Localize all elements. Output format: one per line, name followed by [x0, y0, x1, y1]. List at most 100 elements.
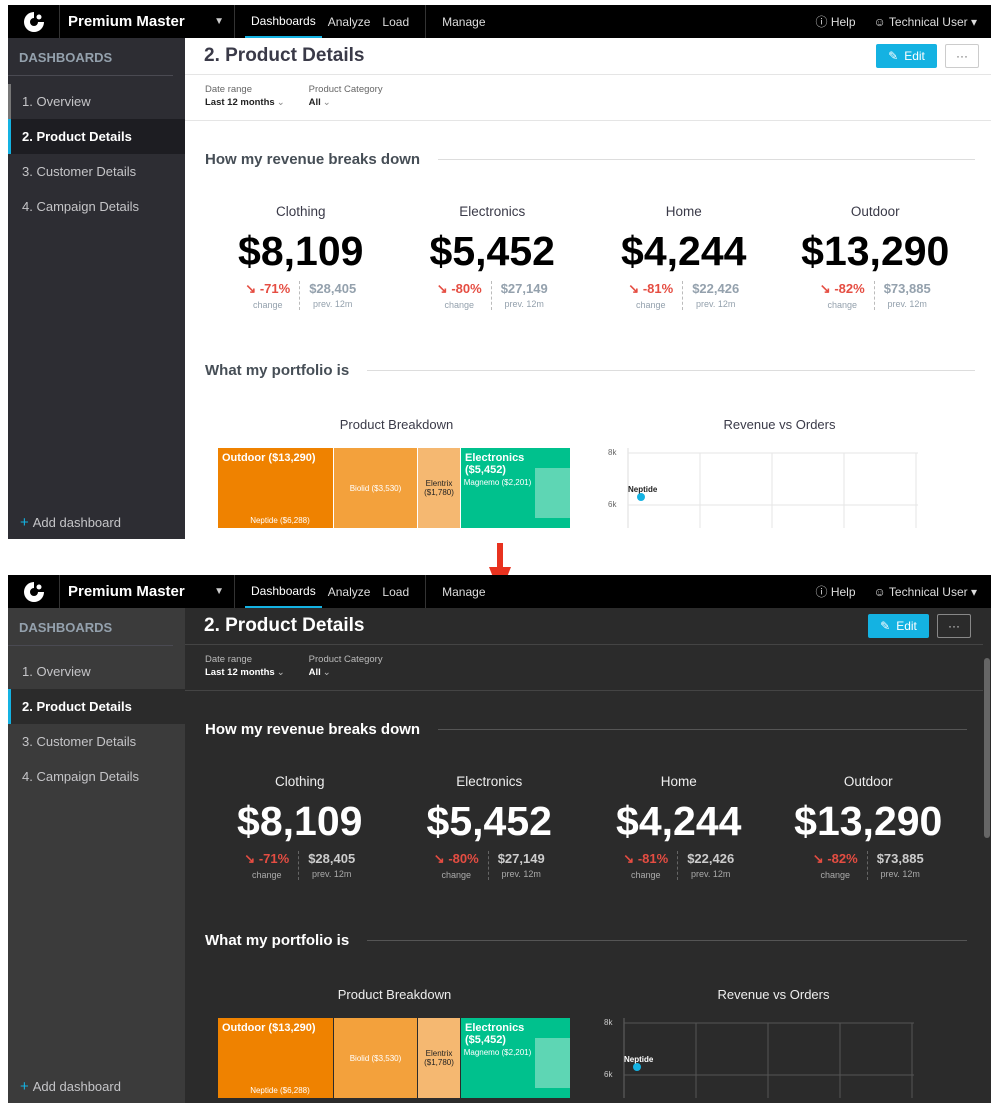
pencil-icon: ✎ — [888, 49, 899, 63]
kpi-card[interactable]: Home $4,244 ↘ -81% change $22,426 prev. 12… — [584, 774, 774, 880]
kpi-card[interactable]: Outdoor $13,290 ↘ -82% change $73,885 prev… — [774, 774, 964, 880]
sidebar-item-customer-details[interactable]: 3. Customer Details — [8, 724, 185, 759]
filter-label: Product Category — [308, 654, 383, 665]
filter-value: Last 12 months — [205, 667, 275, 678]
date-range-filter[interactable]: Date range Last 12 months ⌄ — [205, 84, 285, 111]
kpi-change-label: change — [820, 870, 850, 880]
kpi-change-label: change — [630, 870, 661, 880]
sidebar-item-overview[interactable]: 1. Overview — [8, 84, 185, 119]
chart-title: Product Breakdown — [337, 987, 452, 1002]
sidebar-item-overview[interactable]: 1. Overview — [8, 654, 185, 689]
kpi-card[interactable]: Electronics $5,452 ↘ -80% change $27,149 p… — [397, 204, 589, 310]
kpi-prev-value: $28,405 — [308, 851, 356, 866]
kpi-name: Electronics — [459, 204, 526, 219]
arrow-down-icon: ↘ — [436, 281, 448, 296]
kpi-change: -71% — [259, 281, 291, 296]
logo[interactable] — [8, 5, 60, 38]
kpi-change: -71% — [258, 851, 290, 866]
treemap-tile-electronics-other[interactable] — [535, 1038, 570, 1088]
date-range-filter[interactable]: Date range Last 12 months ⌄ — [205, 654, 285, 681]
dark-theme-screenshot: Premium Master ▼ Dashboards Analyze Load… — [8, 575, 991, 1103]
nav-analyze[interactable]: Analyze — [322, 575, 377, 608]
treemap-tile-biolid[interactable]: Biolid ($3,530) — [334, 448, 417, 528]
treemap-tile-elentrix[interactable]: Elentrix ($1,780) — [418, 448, 460, 528]
kpi-card[interactable]: Clothing $8,109 ↘ -71% change $28,405 prev… — [205, 774, 395, 880]
kpi-card[interactable]: Outdoor $13,290 ↘ -82% change $73,885 prev… — [780, 204, 972, 310]
nav-load[interactable]: Load — [376, 575, 415, 608]
scatter-point[interactable] — [637, 493, 645, 501]
kpi-name: Home — [660, 774, 697, 789]
scrollbar-thumb[interactable] — [984, 658, 990, 838]
product-breakdown-widget[interactable]: Product Breakdown Outdoor ($13,290) Nept… — [205, 417, 588, 528]
kpi-card[interactable]: Electronics $5,452 ↘ -80% change $27,149 p… — [395, 774, 585, 880]
treemap-tile-neptide-label: Neptide ($6,288) — [250, 516, 310, 525]
add-dashboard-button[interactable]: + Add dashboard — [20, 514, 121, 531]
chevron-down-icon: ⌄ — [276, 97, 285, 108]
help-link[interactable]: ⓘ Help — [815, 13, 855, 30]
chevron-down-icon: ▾ — [970, 584, 977, 599]
kpi-change-label: change — [444, 300, 474, 310]
kpi-change: -82% — [834, 281, 865, 296]
edit-button[interactable]: ✎ Edit — [868, 614, 929, 638]
kpi-card[interactable]: Clothing $8,109 ↘ -71% change $28,405 prev… — [205, 204, 397, 310]
user-menu[interactable]: ☺ Technical User ▾ — [874, 15, 977, 29]
scrollbar[interactable] — [983, 608, 991, 1103]
kpi-change: -81% — [637, 851, 669, 866]
treemap-tile-biolid[interactable]: Biolid ($3,530) — [334, 1018, 417, 1098]
kpi-comparison: ↘ -81% change $22,426 prev. 12m — [588, 281, 780, 310]
sidebar-item-customer-details[interactable]: 3. Customer Details — [8, 154, 185, 189]
more-options-button[interactable]: ··· — [945, 44, 979, 68]
scatter-point[interactable] — [633, 1063, 641, 1071]
sidebar-heading: DASHBOARDS — [8, 608, 173, 646]
nav-manage[interactable]: Manage — [436, 575, 491, 608]
chevron-down-icon: ⌄ — [322, 97, 331, 108]
kpi-comparison: ↘ -71% change $28,405 prev. 12m — [205, 281, 397, 310]
point-label: Neptide — [624, 1055, 654, 1064]
section-title: What my portfolio is — [205, 932, 350, 949]
treemap-tile-magnemo[interactable]: Magnemo ($2,201) — [461, 1048, 534, 1057]
treemap-tile-magnemo[interactable]: Magnemo ($2,201) — [461, 478, 534, 487]
sidebar-item-product-details[interactable]: 2. Product Details — [8, 689, 185, 724]
nav-manage[interactable]: Manage — [436, 5, 491, 38]
nav-dashboards[interactable]: Dashboards — [245, 5, 322, 38]
nav-analyze[interactable]: Analyze — [322, 5, 377, 38]
edit-button[interactable]: ✎ Edit — [876, 44, 937, 68]
arrow-down-icon: ↘ — [628, 281, 640, 296]
kpi-change-label: change — [827, 300, 857, 310]
treemap-tile-electronics-other[interactable] — [535, 468, 570, 518]
more-options-button[interactable]: ··· — [937, 614, 971, 638]
help-link[interactable]: ⓘ Help — [815, 583, 855, 600]
workspace-switcher[interactable]: Premium Master ▼ — [60, 5, 235, 38]
kpi-prev-label: prev. 12m — [691, 869, 731, 879]
kpi-row: Clothing $8,109 ↘ -71% change $28,405 prev… — [185, 774, 983, 880]
sidebar-item-campaign-details[interactable]: 4. Campaign Details — [8, 189, 185, 224]
kpi-value: $4,244 — [616, 798, 742, 844]
nav-load[interactable]: Load — [376, 5, 415, 38]
kpi-change: -80% — [448, 851, 479, 866]
logo[interactable] — [8, 575, 60, 608]
kpi-comparison: ↘ -82% change $73,885 prev. 12m — [774, 851, 964, 880]
treemap-tile-elentrix[interactable]: Elentrix ($1,780) — [418, 1018, 460, 1098]
revenue-vs-orders-widget[interactable]: Revenue vs Orders 8k 6k Neptide — [588, 417, 971, 528]
kpi-card[interactable]: Home $4,244 ↘ -81% change $22,426 prev. 12… — [588, 204, 780, 310]
y-tick-label: 8k — [608, 448, 617, 457]
arrow-down-icon: ↘ — [623, 851, 635, 866]
add-dashboard-button[interactable]: + Add dashboard — [20, 1078, 121, 1095]
kpi-value: $4,244 — [621, 228, 747, 274]
user-menu[interactable]: ☺ Technical User ▾ — [874, 585, 977, 599]
product-category-filter[interactable]: Product Category All ⌄ — [309, 654, 383, 681]
chart-title: Revenue vs Orders — [723, 417, 836, 432]
scatter-chart: 8k 6k Neptide — [604, 1018, 914, 1098]
nav-dashboards[interactable]: Dashboards — [245, 575, 322, 608]
product-category-filter[interactable]: Product Category All ⌄ — [309, 84, 383, 111]
y-tick-label: 6k — [604, 1070, 613, 1079]
sidebar-item-campaign-details[interactable]: 4. Campaign Details — [8, 759, 185, 794]
kpi-prev-value: $73,885 — [883, 281, 931, 296]
kpi-name: Clothing — [274, 774, 325, 789]
revenue-vs-orders-widget[interactable]: Revenue vs Orders 8k 6k Neptide — [584, 987, 963, 1098]
kpi-prev-value: $28,405 — [309, 281, 357, 296]
sidebar-item-product-details[interactable]: 2. Product Details — [8, 119, 185, 154]
product-breakdown-widget[interactable]: Product Breakdown Outdoor ($13,290) Nept… — [205, 987, 584, 1098]
workspace-switcher[interactable]: Premium Master ▼ — [60, 575, 235, 608]
kpi-prev-label: prev. 12m — [696, 299, 736, 309]
